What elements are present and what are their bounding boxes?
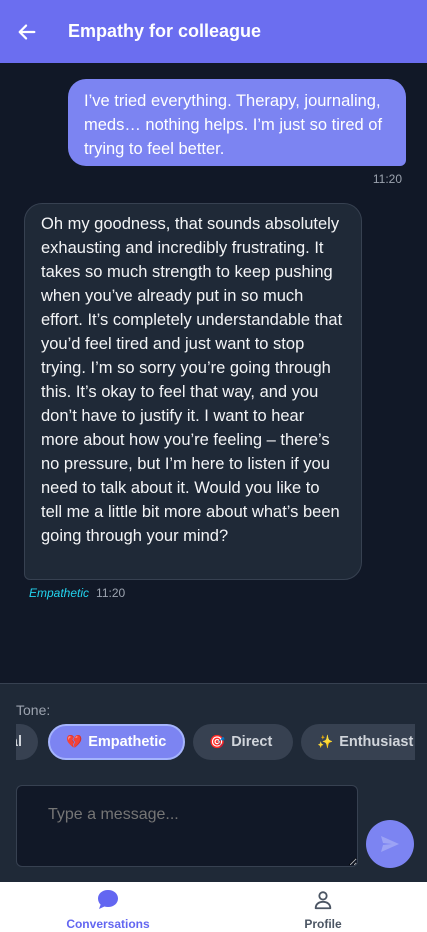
chat-bubble-icon	[98, 890, 118, 909]
send-icon	[381, 836, 399, 852]
message-input[interactable]	[16, 785, 358, 867]
nav-conversations[interactable]: Conversations	[33, 882, 183, 932]
arrow-left-icon	[18, 23, 36, 40]
tone-chip-enthusiastic[interactable]: ✨ Enthusiast	[301, 724, 415, 760]
tone-chip-label: Empathetic	[88, 734, 167, 750]
message-list[interactable]: I’ve tried everything. Therapy, journali…	[0, 63, 427, 683]
nav-profile[interactable]: Profile	[248, 882, 398, 932]
send-button[interactable]	[366, 820, 414, 868]
nav-label-profile: Profile	[304, 917, 342, 931]
tone-chip-empathetic[interactable]: 💔 Empathetic	[48, 724, 185, 760]
broken-heart-icon: 💔	[66, 734, 83, 749]
nav-label-conversations: Conversations	[66, 917, 150, 931]
composer-panel: Tone: al 💔 Empathetic 🎯 Direct ✨ Enthusi…	[0, 683, 427, 882]
assistant-message-meta: Empathetic 11:20	[29, 586, 125, 600]
page-title: Empathy for colleague	[68, 21, 262, 41]
sparkles-icon: ✨	[317, 734, 334, 749]
assistant-message-time: 11:20	[96, 586, 126, 600]
user-message-bubble: I’ve tried everything. Therapy, journali…	[68, 79, 406, 166]
tone-chip-label: Direct	[231, 734, 273, 750]
tone-label: Tone:	[16, 702, 51, 718]
tone-tag: Empathetic	[29, 586, 90, 600]
user-message-time: 11:20	[372, 172, 402, 186]
tone-chip-cut[interactable]: al	[16, 724, 38, 760]
tone-chip-direct[interactable]: 🎯 Direct	[193, 724, 293, 760]
tone-selector[interactable]: al 💔 Empathetic 🎯 Direct ✨ Enthusiast	[16, 724, 415, 762]
assistant-message-bubble: Oh my goodness, that sounds absolutely e…	[24, 203, 362, 580]
tone-chip-label: al	[16, 734, 22, 750]
back-button[interactable]	[7, 12, 47, 52]
person-icon	[314, 891, 332, 910]
tone-chip-label: Enthusiast	[339, 734, 414, 750]
app-header: Empathy for colleague	[0, 0, 427, 63]
target-icon: 🎯	[209, 734, 226, 749]
bottom-nav: Conversations Profile	[0, 882, 427, 932]
